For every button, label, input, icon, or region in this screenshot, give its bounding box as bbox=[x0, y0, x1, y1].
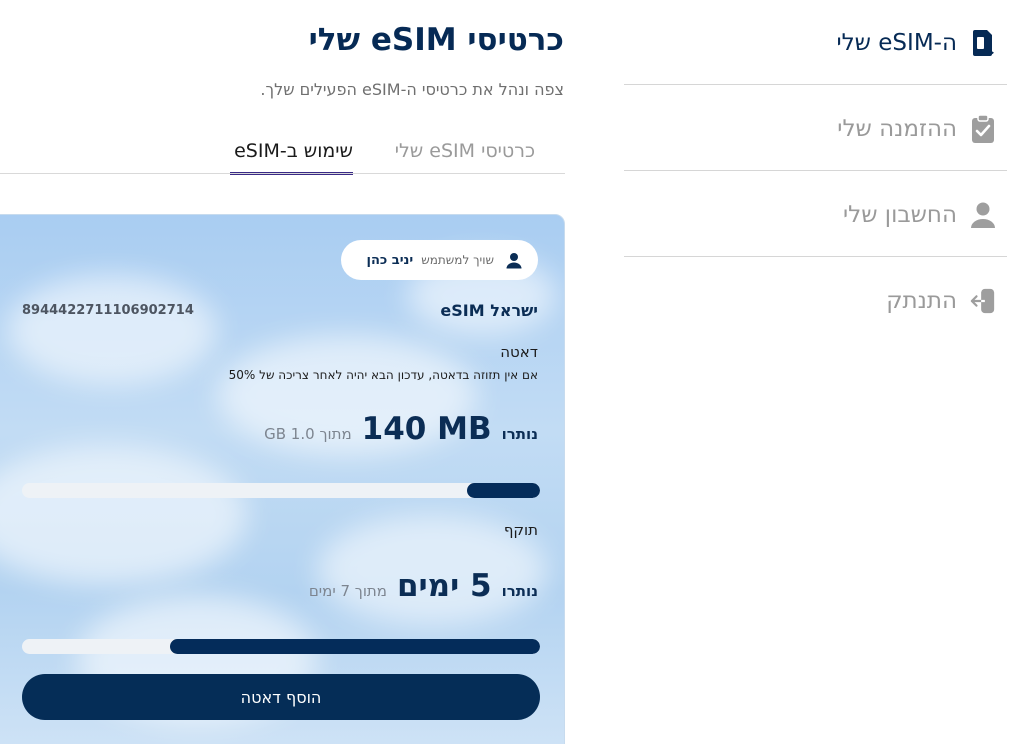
sidebar-item-label: החשבון שלי bbox=[842, 202, 957, 228]
divider bbox=[624, 84, 1007, 85]
clipboard-check-icon bbox=[970, 114, 996, 144]
divider bbox=[624, 170, 1007, 171]
owner-badge: שויך למשתמש יניב כהן bbox=[341, 240, 538, 280]
sidebar-item-label: ה-eSIM שלי bbox=[836, 30, 957, 56]
app-root: ה-eSIM שלי ההזמנה שלי החשבון שלי התנתק כ… bbox=[0, 0, 1031, 744]
logout-icon bbox=[970, 286, 996, 316]
tabs-divider bbox=[0, 173, 565, 174]
data-update-note: אם אין תזוזה בדאטה, עדכון הבא יהיה לאחר … bbox=[228, 368, 538, 382]
sidebar-item-label: ההזמנה שלי bbox=[837, 116, 957, 142]
esim-iccid: 8944422711106902714 bbox=[22, 303, 194, 318]
data-progress-fill bbox=[467, 483, 540, 498]
page-subtitle: צפה ונהל את כרטיסי ה-eSIM הפעילים שלך. bbox=[260, 80, 564, 99]
data-progress-bar bbox=[22, 483, 540, 498]
validity-progress-fill bbox=[170, 639, 540, 654]
user-icon bbox=[504, 250, 524, 270]
tab-my-esim-cards[interactable]: כרטיסי eSIM שלי bbox=[395, 140, 535, 162]
sidebar-item-my-order[interactable]: ההזמנה שלי bbox=[624, 86, 1007, 172]
esim-name: ישראל eSIM bbox=[440, 301, 538, 320]
tabs: שימוש ב-eSIM כרטיסי eSIM שלי bbox=[0, 130, 565, 175]
sidebar-item-my-esim[interactable]: ה-eSIM שלי bbox=[624, 0, 1007, 86]
sim-phone-icon bbox=[970, 28, 996, 58]
validity-section-label: תוקף bbox=[503, 521, 538, 539]
sidebar: ה-eSIM שלי ההזמנה שלי החשבון שלי התנתק bbox=[624, 0, 1007, 744]
validity-progress-bar bbox=[22, 639, 540, 654]
divider bbox=[624, 256, 1007, 257]
owner-label: שויך למשתמש bbox=[421, 253, 494, 267]
data-remaining: נותרו 140 MB מתוך GB 1.0 bbox=[264, 411, 538, 451]
days-remaining-prefix: נותרו bbox=[501, 582, 538, 600]
main-content: כרטיסי eSIM שלי צפה ונהל את כרטיסי ה-eSI… bbox=[0, 0, 565, 744]
owner-name: יניב כהן bbox=[366, 252, 414, 268]
cloud-decoration bbox=[0, 445, 247, 585]
data-total: מתוך GB 1.0 bbox=[264, 425, 352, 443]
days-remaining: נותרו 5 ימים מתוך 7 ימים bbox=[309, 568, 538, 608]
data-remaining-value: 140 MB bbox=[361, 411, 492, 447]
cloud-decoration bbox=[7, 275, 217, 385]
page-title: כרטיסי eSIM שלי bbox=[308, 22, 564, 58]
sidebar-item-label: התנתק bbox=[886, 288, 957, 314]
sidebar-item-logout[interactable]: התנתק bbox=[624, 258, 1007, 344]
esim-card: שויך למשתמש יניב כהן ישראל eSIM 89444227… bbox=[0, 214, 565, 744]
tab-esim-usage[interactable]: שימוש ב-eSIM bbox=[234, 140, 353, 162]
sidebar-item-my-account[interactable]: החשבון שלי bbox=[624, 172, 1007, 258]
days-remaining-value: 5 ימים bbox=[396, 568, 492, 604]
user-icon bbox=[970, 200, 996, 230]
data-remaining-prefix: נותרו bbox=[501, 425, 538, 443]
data-section-label: דאטה bbox=[500, 343, 538, 361]
days-total: מתוך 7 ימים bbox=[308, 582, 387, 600]
add-data-button[interactable]: הוסף דאטה bbox=[22, 674, 540, 720]
